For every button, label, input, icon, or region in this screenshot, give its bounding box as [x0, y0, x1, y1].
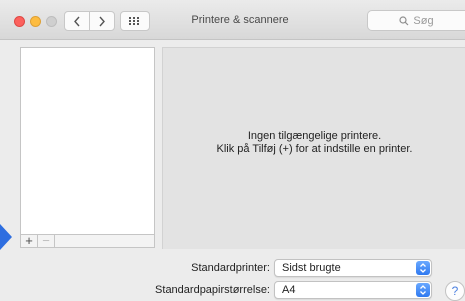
printer-detail-panel: Ingen tilgængelige printere. Klik på Til… [162, 47, 465, 249]
default-printer-popup[interactable]: Sidst brugte [274, 259, 432, 277]
popup-stepper-icon [416, 261, 430, 275]
close-window-button[interactable] [14, 16, 25, 27]
pointer-arrow-indicator [0, 224, 12, 250]
navigation-buttons [64, 11, 115, 31]
search-placeholder: Søg [413, 14, 434, 27]
zoom-window-button[interactable] [46, 16, 57, 27]
back-button[interactable] [65, 12, 89, 30]
empty-state-hint: Klik på Tilføj (+) for at indstille en p… [216, 143, 413, 155]
printer-list[interactable] [20, 47, 155, 235]
default-paper-label: Standardpapirstørrelse: [155, 284, 270, 296]
default-paper-popup[interactable]: A4 [274, 281, 432, 299]
minimize-window-button[interactable] [30, 16, 41, 27]
printer-list-controls: + − [20, 234, 155, 248]
popup-stepper-icon [416, 283, 430, 297]
default-paper-value: A4 [282, 284, 296, 296]
window-title: Printere & scannere [191, 14, 289, 26]
default-printer-value: Sidst brugte [282, 262, 341, 274]
search-icon [399, 15, 409, 25]
default-printer-label: Standardprinter: [191, 262, 270, 274]
chevron-right-icon [99, 16, 105, 26]
title-bar: Printere & scannere Søg [0, 0, 465, 40]
empty-state-title: Ingen tilgængelige printere. [247, 130, 382, 142]
chevron-left-icon [74, 16, 80, 26]
forward-button[interactable] [89, 12, 114, 30]
add-printer-button[interactable]: + [21, 234, 38, 247]
remove-printer-button[interactable]: − [38, 234, 55, 247]
help-button[interactable]: ? [445, 281, 465, 301]
search-field[interactable]: Søg [367, 10, 465, 31]
